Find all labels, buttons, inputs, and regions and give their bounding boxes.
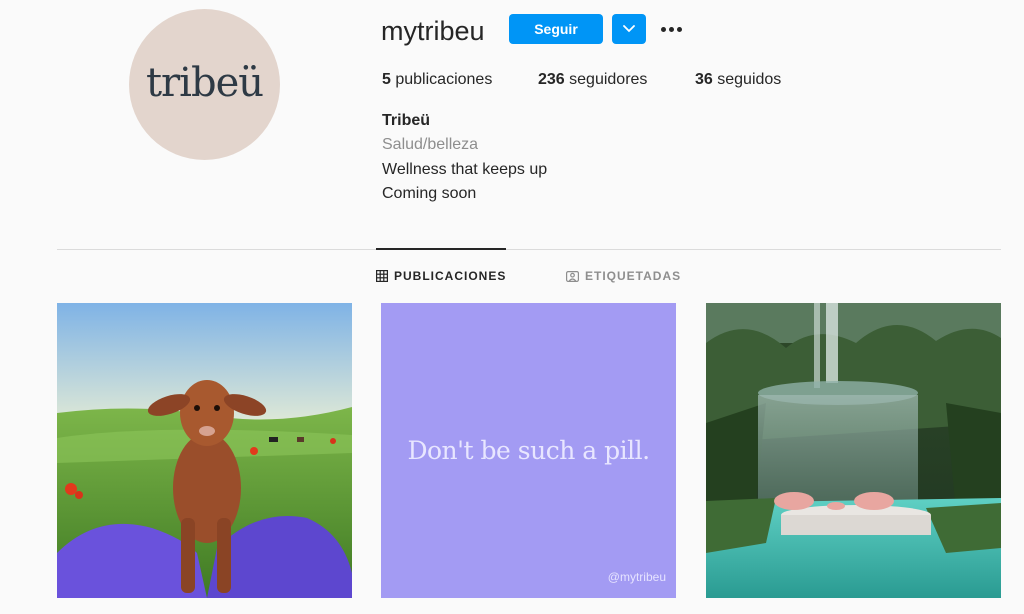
bio-line-1: Wellness that keeps up xyxy=(382,161,548,178)
post-tile-1[interactable] xyxy=(57,303,352,598)
tab-publicaciones[interactable]: PUBLICACIONES xyxy=(376,269,506,283)
post-quote-text: Don't be such a pill. xyxy=(407,436,650,465)
grid-icon xyxy=(376,270,388,282)
forest-pool-photo-image xyxy=(706,303,1001,598)
posts-count-stat: 5 publicaciones xyxy=(382,70,492,90)
profile-avatar[interactable]: tribeü xyxy=(129,9,280,160)
more-dots-icon xyxy=(659,26,683,32)
tab-etiquetadas-label: ETIQUETADAS xyxy=(585,269,682,283)
followers-stat[interactable]: 236 seguidores xyxy=(538,70,647,90)
post-handle: @mytribeu xyxy=(607,570,666,584)
tab-etiquetadas[interactable]: ETIQUETADAS xyxy=(566,269,681,283)
tab-publicaciones-label: PUBLICACIONES xyxy=(394,269,507,283)
post-tile-3[interactable] xyxy=(706,303,1001,598)
follow-button[interactable]: Seguir xyxy=(509,14,603,44)
following-count: 36 xyxy=(695,71,713,88)
post-text-wrap: Don't be such a pill. xyxy=(381,303,676,598)
following-stat[interactable]: 36 seguidos xyxy=(695,70,781,90)
profile-username: mytribeu xyxy=(381,16,485,46)
active-tab-indicator xyxy=(376,248,506,250)
posts-label: publicaciones xyxy=(395,71,493,88)
more-options-button[interactable] xyxy=(657,16,685,42)
tag-icon xyxy=(566,271,579,282)
followers-count: 236 xyxy=(538,71,565,88)
tabs-divider xyxy=(57,249,1001,250)
post-tile-2[interactable]: Don't be such a pill. @mytribeu xyxy=(381,303,676,598)
bio-category: Salud/belleza xyxy=(382,136,479,153)
suggested-accounts-button[interactable] xyxy=(612,14,646,44)
followers-label: seguidores xyxy=(569,71,648,88)
bio-name: Tribeü xyxy=(382,112,431,129)
avatar-logo-text: tribeü xyxy=(145,59,264,106)
chevron-down-icon xyxy=(623,25,635,33)
posts-count: 5 xyxy=(382,71,391,88)
bio-line-2: Coming soon xyxy=(382,185,477,202)
lamb-photo-image xyxy=(57,303,352,598)
following-label: seguidos xyxy=(717,71,782,88)
